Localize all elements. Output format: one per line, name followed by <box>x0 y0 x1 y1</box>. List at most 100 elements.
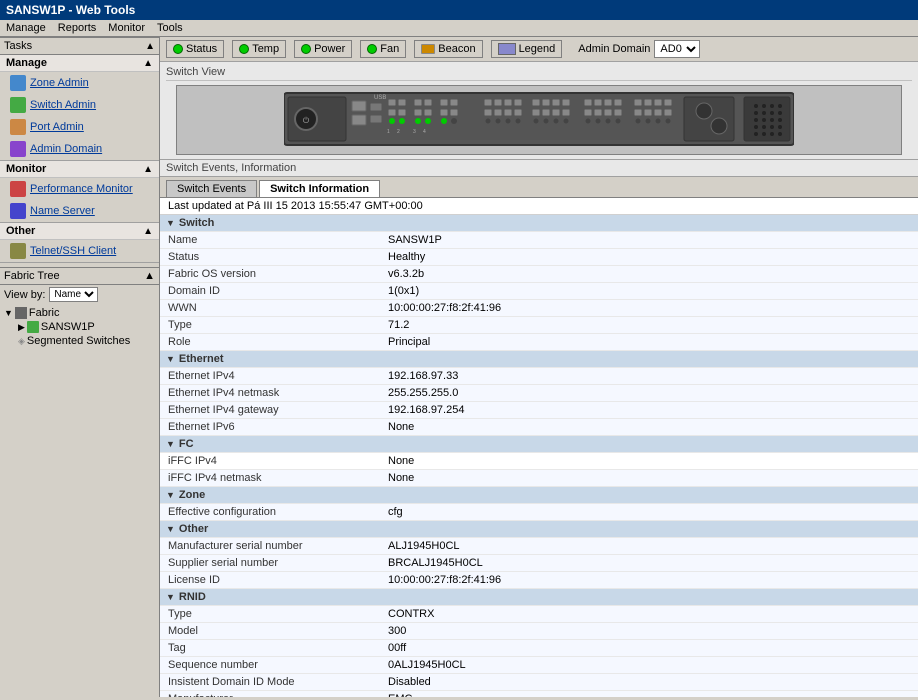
info-table: ▼SwitchNameSANSW1PStatusHealthyFabric OS… <box>160 215 918 697</box>
table-row: Manufacturer serial numberALJ1945H0CL <box>160 538 918 555</box>
sidebar-item-telnet[interactable]: Telnet/SSH Client <box>0 240 159 262</box>
sansw1p-label: SANSW1P <box>41 321 95 333</box>
main-layout: Tasks ▲ Manage ▲ Zone Admin Switch Admin… <box>0 37 918 697</box>
tasks-collapse[interactable]: ▲ <box>145 41 155 52</box>
table-row: Model300 <box>160 623 918 640</box>
menu-monitor[interactable]: Monitor <box>108 22 145 34</box>
telnet-label: Telnet/SSH Client <box>30 245 116 257</box>
power-led <box>301 44 311 54</box>
switch-admin-icon <box>10 97 26 113</box>
segmented-label: Segmented Switches <box>27 335 130 347</box>
status-button[interactable]: Status <box>166 40 224 58</box>
table-row: Ethernet IPv4 gateway192.168.97.254 <box>160 402 918 419</box>
beacon-button[interactable]: Beacon <box>414 40 482 58</box>
beacon-icon <box>421 44 435 54</box>
sidebar-item-name-server[interactable]: Name Server <box>0 200 159 222</box>
table-row: StatusHealthy <box>160 249 918 266</box>
table-row: iFFC IPv4None <box>160 453 918 470</box>
legend-button[interactable]: Legend <box>491 40 563 58</box>
table-row: Sequence number0ALJ1945H0CL <box>160 657 918 674</box>
admin-domain-icon <box>10 141 26 157</box>
menu-tools[interactable]: Tools <box>157 22 183 34</box>
admin-domain-group: Admin Domain AD0 <box>578 40 700 58</box>
sidebar-item-port-admin[interactable]: Port Admin <box>0 116 159 138</box>
seg-icon: ◈ <box>18 336 25 347</box>
fan-label: Fan <box>380 43 399 55</box>
table-row: Ethernet IPv4 netmask255.255.255.0 <box>160 385 918 402</box>
monitor-collapse[interactable]: ▲ <box>143 164 153 175</box>
name-server-label: Name Server <box>30 205 95 217</box>
manage-section-header: Manage ▲ <box>0 55 159 72</box>
info-data-table: ▼SwitchNameSANSW1PStatusHealthyFabric OS… <box>160 215 918 697</box>
table-row: Insistent Domain ID ModeDisabled <box>160 674 918 691</box>
section-row-ethernet: ▼Ethernet <box>160 351 918 368</box>
power-label: Power <box>314 43 345 55</box>
table-row: WWN10:00:00:27:f8:2f:41:96 <box>160 300 918 317</box>
svg-text:1: 1 <box>387 129 390 135</box>
fan-button[interactable]: Fan <box>360 40 406 58</box>
menu-manage[interactable]: Manage <box>6 22 46 34</box>
sidebar-item-perf-monitor[interactable]: Performance Monitor <box>0 178 159 200</box>
temp-button[interactable]: Temp <box>232 40 286 58</box>
viewby-label: View by: <box>4 289 45 301</box>
fan-led <box>367 44 377 54</box>
svg-text:USB: USB <box>374 95 386 101</box>
sidebar-item-zone-admin[interactable]: Zone Admin <box>0 72 159 94</box>
tree-item-fabric[interactable]: ▼ Fabric <box>4 306 155 320</box>
tasks-label: Tasks <box>4 40 32 52</box>
tree-item-segmented[interactable]: ◈ Segmented Switches <box>4 334 155 348</box>
power-button[interactable]: Power <box>294 40 352 58</box>
perf-monitor-icon <box>10 181 26 197</box>
manage-label: Manage <box>6 57 47 69</box>
temp-led <box>239 44 249 54</box>
events-header: Switch Events, Information <box>160 160 918 177</box>
switch-image-area: ⏻ <box>176 85 902 155</box>
other-collapse[interactable]: ▲ <box>143 226 153 237</box>
other-section: Other ▲ Telnet/SSH Client <box>0 223 159 263</box>
switch-tree-icon <box>27 321 39 333</box>
temp-label: Temp <box>252 43 279 55</box>
legend-label: Legend <box>519 43 556 55</box>
fabric-tree-collapse[interactable]: ▲ <box>144 270 155 282</box>
table-row: TypeCONTRX <box>160 606 918 623</box>
other-section-header: Other ▲ <box>0 223 159 240</box>
monitor-section-header: Monitor ▲ <box>0 161 159 178</box>
table-row: License ID10:00:00:27:f8:2f:41:96 <box>160 572 918 589</box>
section-row-fc: ▼FC <box>160 436 918 453</box>
svg-text:2: 2 <box>397 129 400 135</box>
tree-content: ▼ Fabric ▶ SANSW1P ◈ Segmented Switches <box>0 304 159 350</box>
section-row-other: ▼Other <box>160 521 918 538</box>
table-row: Type71.2 <box>160 317 918 334</box>
switch-view: Switch View ⏻ <box>160 62 918 160</box>
viewby-select[interactable]: Name <box>49 287 98 302</box>
last-updated: Last updated at Pá III 15 2013 15:55:47 … <box>160 198 918 215</box>
sidebar-item-admin-domain[interactable]: Admin Domain <box>0 138 159 160</box>
events-panel: Switch Events, Information Switch Events… <box>160 160 918 697</box>
svg-text:3: 3 <box>413 129 416 135</box>
switch-chassis-svg: ⏻ <box>284 91 794 149</box>
admin-domain-select[interactable]: AD0 <box>654 40 700 58</box>
table-row: ManufacturerEMC <box>160 691 918 698</box>
table-row: Domain ID1(0x1) <box>160 283 918 300</box>
left-panel: Tasks ▲ Manage ▲ Zone Admin Switch Admin… <box>0 37 160 697</box>
table-row: Supplier serial numberBRCALJ1945H0CL <box>160 555 918 572</box>
svg-text:4: 4 <box>423 129 426 135</box>
table-row: Ethernet IPv6None <box>160 419 918 436</box>
perf-monitor-label: Performance Monitor <box>30 183 133 195</box>
switch-admin-label: Switch Admin <box>30 99 96 111</box>
menu-reports[interactable]: Reports <box>58 22 97 34</box>
admin-domain-nav-label: Admin Domain <box>30 143 102 155</box>
other-label: Other <box>6 225 35 237</box>
monitor-section: Monitor ▲ Performance Monitor Name Serve… <box>0 161 159 223</box>
tab-switch-info[interactable]: Switch Information <box>259 180 380 197</box>
tab-switch-events[interactable]: Switch Events <box>166 180 257 197</box>
manage-collapse[interactable]: ▲ <box>143 58 153 69</box>
tree-item-sansw1p[interactable]: ▶ SANSW1P <box>4 320 155 334</box>
port-admin-icon <box>10 119 26 135</box>
expand-icon: ▼ <box>4 308 13 318</box>
tree-expand-icon: ▶ <box>18 322 25 333</box>
sidebar-item-switch-admin[interactable]: Switch Admin <box>0 94 159 116</box>
table-row: iFFC IPv4 netmaskNone <box>160 470 918 487</box>
admin-domain-label: Admin Domain <box>578 43 650 55</box>
section-row-rnid: ▼RNID <box>160 589 918 606</box>
